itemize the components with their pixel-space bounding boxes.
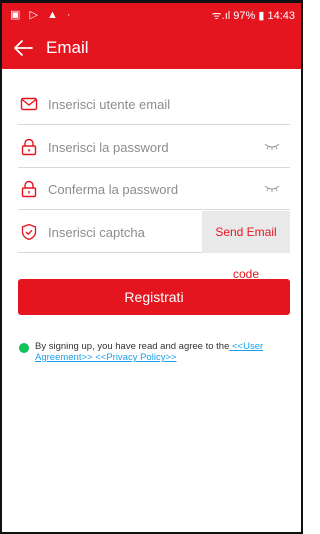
register-button[interactable]: Registrati: [18, 279, 290, 315]
status-bar: ▣ ▷ ▲ · ᯤ.ıl 97% ▮ 14:43: [2, 3, 301, 27]
lock-icon: [21, 138, 37, 156]
agree-checkbox[interactable]: [19, 343, 29, 353]
captcha-input[interactable]: [46, 220, 200, 244]
shield-icon: [21, 223, 37, 241]
email-input[interactable]: [46, 92, 250, 116]
send-email-code-button[interactable]: Send Email code: [202, 211, 290, 281]
status-indicators: ᯤ.ıl 97% ▮ 14:43: [211, 10, 295, 22]
screen: ▣ ▷ ▲ · ᯤ.ıl 97% ▮ 14:43 Email Inserisci…: [0, 0, 303, 534]
captcha-field: Send Email code: [18, 211, 290, 281]
hidden-eye-icon[interactable]: [264, 140, 280, 152]
confirm-password-input[interactable]: [46, 177, 250, 201]
privacy-policy-link[interactable]: <<Privacy Policy>>: [93, 352, 176, 363]
status-notification-icons: ▣ ▷ ▲ ·: [10, 9, 74, 21]
app-bar: Email: [2, 27, 301, 69]
confirm-password-field: [18, 168, 290, 210]
hidden-eye-icon[interactable]: [264, 182, 280, 194]
password-input[interactable]: [46, 135, 250, 159]
email-field: [18, 83, 290, 125]
mail-icon: [20, 97, 38, 111]
lock-icon: [21, 180, 37, 198]
page-title: Email: [46, 38, 89, 57]
agreement-label: By signing up, you have read and agree t…: [35, 341, 230, 352]
back-arrow-icon[interactable]: [12, 37, 34, 59]
agreement-text: By signing up, you have read and agree t…: [35, 341, 287, 363]
password-field: [18, 126, 290, 168]
